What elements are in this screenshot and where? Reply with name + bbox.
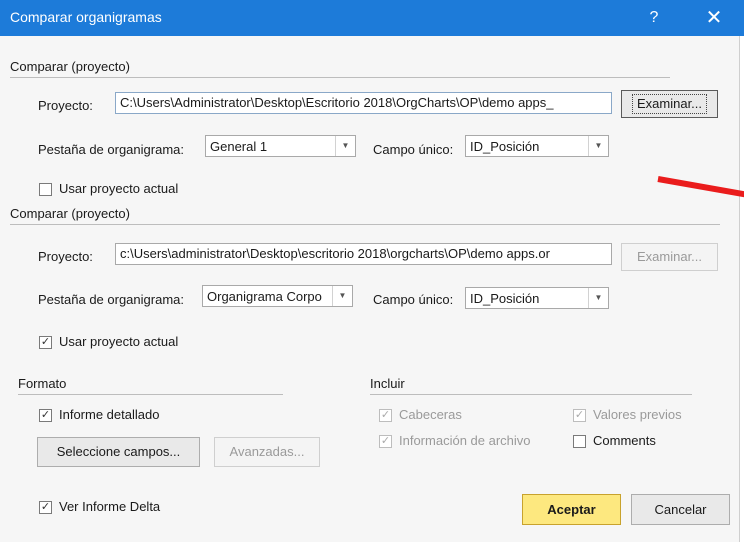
- field-select-1[interactable]: ID_Posición ▼: [465, 135, 609, 157]
- project-label-2: Proyecto:: [38, 249, 93, 264]
- window-title: Comparar organigramas: [10, 9, 162, 25]
- section-divider: [370, 394, 692, 395]
- section-compare-2: Comparar (proyecto): [10, 206, 130, 221]
- section-include: Incluir: [370, 376, 405, 391]
- field-label-2: Campo único:: [373, 292, 454, 307]
- project-path-field-2[interactable]: c:\Users\administrator\Desktop\escritori…: [115, 243, 612, 265]
- tab-select-value-2: Organigrama Corpo: [207, 289, 322, 304]
- select-fields-button[interactable]: Seleccione campos...: [37, 437, 200, 467]
- chevron-down-icon[interactable]: ▼: [588, 288, 608, 308]
- prev-values-checkbox[interactable]: ✓: [573, 409, 586, 422]
- browse-button-label-1: Examinar...: [631, 94, 708, 114]
- tab-select-value-1: General 1: [210, 139, 268, 154]
- chevron-down-icon[interactable]: ▼: [332, 286, 352, 306]
- delta-report-checkbox[interactable]: ✓: [39, 501, 52, 514]
- chevron-down-icon[interactable]: ▼: [588, 136, 608, 156]
- use-current-label-1: Usar proyecto actual: [59, 181, 179, 196]
- project-path-field-1[interactable]: C:\Users\Administrator\Desktop\Escritori…: [115, 92, 612, 114]
- prev-values-label: Valores previos: [593, 407, 682, 422]
- section-compare-1: Comparar (proyecto): [10, 59, 130, 74]
- detailed-report-checkbox[interactable]: ✓: [39, 409, 52, 422]
- accept-button[interactable]: Aceptar: [522, 494, 621, 525]
- comments-checkbox[interactable]: [573, 435, 586, 448]
- browse-button-1[interactable]: Examinar...: [621, 90, 718, 118]
- detailed-report-label: Informe detallado: [59, 407, 160, 422]
- advanced-button[interactable]: Avanzadas...: [214, 437, 320, 467]
- browse-button-2[interactable]: Examinar...: [621, 243, 718, 271]
- comments-label: Comments: [593, 433, 656, 448]
- section-format: Formato: [18, 376, 67, 391]
- section-divider: [18, 394, 283, 395]
- use-current-checkbox-1[interactable]: [39, 183, 52, 196]
- section-divider: [10, 77, 670, 78]
- file-info-checkbox[interactable]: ✓: [379, 435, 392, 448]
- project-label-1: Proyecto:: [38, 98, 93, 113]
- use-current-label-2: Usar proyecto actual: [59, 334, 179, 349]
- headers-label: Cabeceras: [399, 407, 462, 422]
- field-select-value-2: ID_Posición: [470, 291, 540, 306]
- tab-label-2: Pestaña de organigrama:: [38, 292, 184, 307]
- use-current-checkbox-2[interactable]: ✓: [39, 336, 52, 349]
- delta-report-label: Ver Informe Delta: [59, 499, 161, 514]
- field-select-value-1: ID_Posición: [470, 139, 540, 154]
- chevron-down-icon[interactable]: ▼: [335, 136, 355, 156]
- dialog-body: Comparar (proyecto) Proyecto: C:\Users\A…: [0, 36, 740, 542]
- section-divider: [10, 224, 720, 225]
- cancel-button[interactable]: Cancelar: [631, 494, 730, 525]
- headers-checkbox[interactable]: ✓: [379, 409, 392, 422]
- tab-select-2[interactable]: Organigrama Corpo ▼: [202, 285, 353, 307]
- field-label-1: Campo único:: [373, 142, 454, 157]
- help-button[interactable]: ?: [636, 0, 672, 36]
- file-info-label: Información de archivo: [399, 433, 531, 448]
- tab-label-1: Pestaña de organigrama:: [38, 142, 184, 157]
- close-button[interactable]: ✕: [692, 0, 736, 36]
- tab-select-1[interactable]: General 1 ▼: [205, 135, 356, 157]
- field-select-2[interactable]: ID_Posición ▼: [465, 287, 609, 309]
- title-bar: Comparar organigramas ? ✕: [0, 0, 744, 36]
